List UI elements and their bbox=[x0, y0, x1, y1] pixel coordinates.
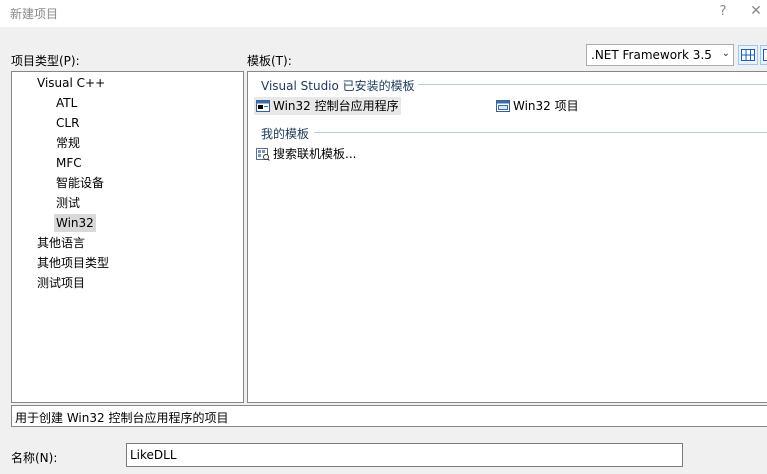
group-divider bbox=[418, 84, 767, 85]
tree-item-win32[interactable]: Win32 bbox=[54, 214, 96, 232]
description-text: 用于创建 Win32 控制台应用程序的项目 bbox=[15, 411, 229, 425]
group-heading-my-templates: 我的模板 bbox=[261, 127, 310, 141]
small-icons-view-button[interactable] bbox=[760, 45, 767, 65]
name-input[interactable] bbox=[126, 443, 683, 467]
tree-item-smart-device[interactable]: 智能设备 bbox=[54, 174, 106, 192]
template-label: Win32 项目 bbox=[513, 99, 579, 113]
framework-select[interactable]: .NET Framework 3.5 ⌄ bbox=[586, 44, 734, 66]
name-label: 名称(N): bbox=[11, 451, 58, 465]
chevron-down-icon: ⌄ bbox=[721, 48, 730, 59]
tree-item-visual-cpp[interactable]: Visual C++ bbox=[35, 74, 107, 92]
framework-select-value: .NET Framework 3.5 bbox=[591, 48, 712, 62]
tree-item-test-projects[interactable]: 测试项目 bbox=[35, 274, 87, 292]
template-win32-project[interactable]: Win32 项目 bbox=[494, 97, 581, 115]
group-divider bbox=[314, 132, 767, 133]
title-bar: 新建项目 ? ✕ bbox=[0, 0, 767, 27]
help-button[interactable]: ? bbox=[716, 4, 730, 19]
template-search-online[interactable]: 搜索联机模板... bbox=[254, 145, 358, 163]
template-label: 搜索联机模板... bbox=[273, 147, 357, 161]
template-label: Win32 控制台应用程序 bbox=[273, 99, 399, 113]
template-win32-console-app[interactable]: Win32 控制台应用程序 bbox=[254, 97, 401, 115]
close-button[interactable]: ✕ bbox=[748, 3, 764, 19]
tree-item-atl[interactable]: ATL bbox=[54, 94, 79, 112]
large-icons-view-button[interactable] bbox=[738, 45, 758, 65]
tree-item-general[interactable]: 常规 bbox=[54, 134, 82, 152]
tree-item-other-languages[interactable]: 其他语言 bbox=[35, 234, 87, 252]
project-types-label: 项目类型(P): bbox=[11, 54, 80, 68]
tree-item-mfc[interactable]: MFC bbox=[54, 154, 84, 172]
tree-item-other-project-types[interactable]: 其他项目类型 bbox=[35, 254, 111, 272]
templates-label: 模板(T): bbox=[247, 54, 292, 68]
large-icons-icon bbox=[741, 49, 755, 61]
tree-item-test[interactable]: 测试 bbox=[54, 194, 82, 212]
group-heading-installed: Visual Studio 已安装的模板 bbox=[261, 79, 415, 93]
console-app-icon bbox=[256, 100, 270, 112]
search-online-icon bbox=[256, 148, 270, 161]
template-description: 用于创建 Win32 控制台应用程序的项目 bbox=[11, 405, 767, 427]
window-title: 新建项目 bbox=[10, 7, 59, 21]
project-types-tree[interactable]: Visual C++ ATL CLR 常规 MFC 智能设备 测试 Win32 … bbox=[11, 71, 244, 403]
tree-item-clr[interactable]: CLR bbox=[54, 114, 81, 132]
win32-project-icon bbox=[496, 100, 510, 112]
small-icons-icon bbox=[763, 49, 767, 61]
templates-list[interactable]: Visual Studio 已安装的模板 Win32 控制台应用程序 Win32… bbox=[247, 71, 767, 403]
